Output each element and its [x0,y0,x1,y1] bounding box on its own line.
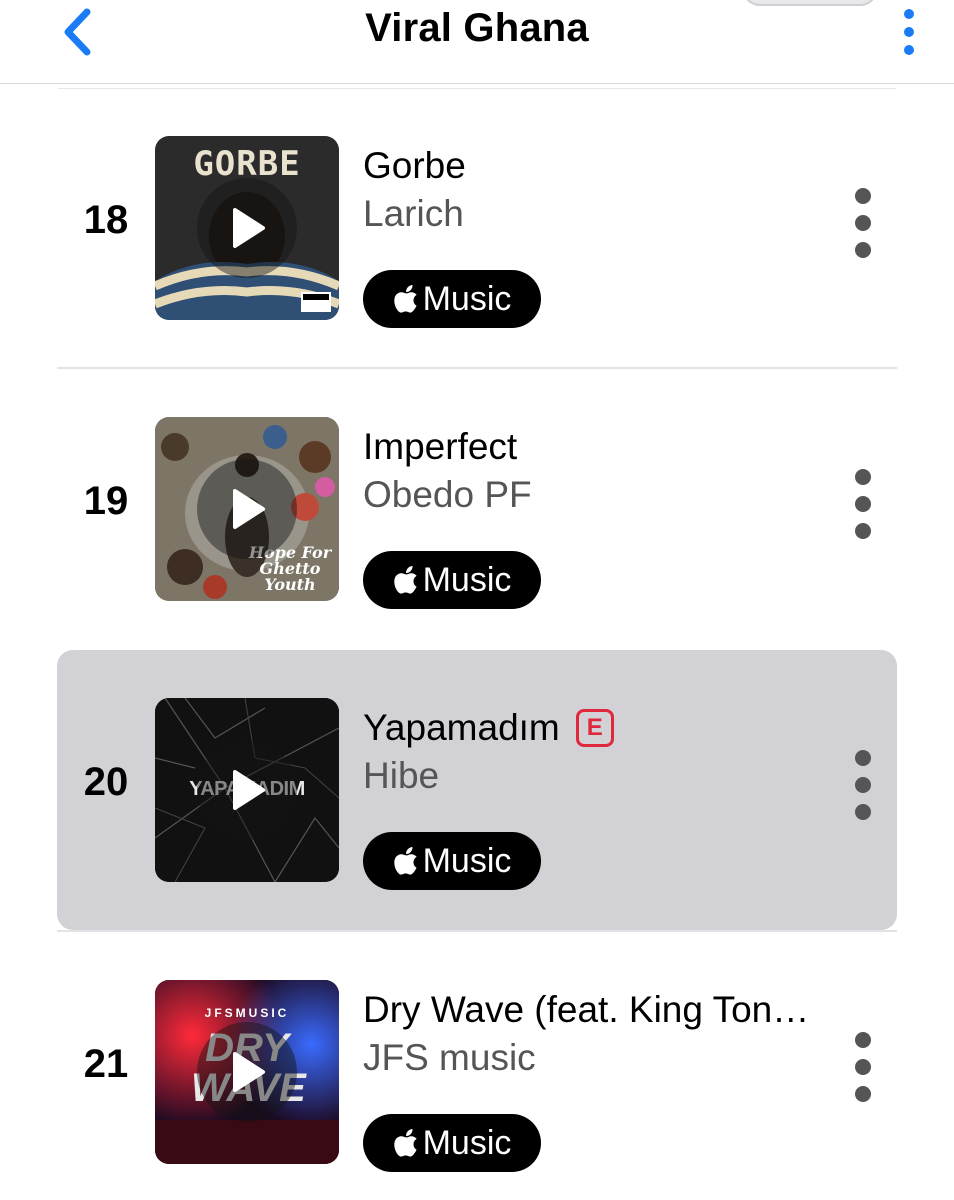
chart-rank: 18 [83,198,129,242]
dot-icon [904,45,914,55]
apple-music-button[interactable]: Music [363,270,541,328]
dot-icon [855,469,871,485]
play-button[interactable] [197,740,297,840]
cover-label: JFSMUSIC [204,1006,290,1020]
album-art[interactable]: YAPAMADIM [155,698,339,882]
dot-icon [855,804,871,820]
apple-logo-icon [393,566,417,594]
dot-icon [855,523,871,539]
music-label: Music [422,279,512,318]
artist-name[interactable]: Obedo PF [363,471,843,519]
nav-header: Viral Ghana [0,0,954,84]
chart-rank: 20 [83,760,129,804]
dot-icon [855,777,871,793]
song-title[interactable]: Gorbe [363,142,843,190]
apple-music-button[interactable]: Music [363,551,541,609]
row-more-button[interactable] [851,1032,875,1102]
music-label: Music [422,841,512,880]
list-item[interactable]: 21 JFSMUSIC DRY WAVE Dry Wave (feat. Kin… [57,932,897,1200]
dot-icon [855,242,871,258]
play-button[interactable] [197,1022,297,1122]
dot-icon [904,27,914,37]
apple-logo-icon [393,847,417,875]
artist-name[interactable]: Hibe [363,752,843,800]
row-more-button[interactable] [851,469,875,539]
list-item-selected[interactable]: 20 YAPAMADIM Yapamadım E Hibe Music [57,650,897,930]
dot-icon [855,1032,871,1048]
artist-name[interactable]: JFS music [363,1034,843,1082]
row-more-button[interactable] [851,750,875,820]
page-title: Viral Ghana [365,6,589,50]
play-icon [233,770,265,810]
list-item[interactable]: 19 Hope For Ghetto Youth Imperfect Obedo… [57,369,897,649]
song-title[interactable]: Imperfect [363,423,843,471]
artist-name[interactable]: Larich [363,190,843,238]
play-button[interactable] [197,178,297,278]
dot-icon [855,1086,871,1102]
music-label: Music [422,1123,512,1162]
dot-icon [855,1059,871,1075]
apple-music-button[interactable]: Music [363,832,541,890]
song-title[interactable]: Yapamadım E [363,704,843,752]
more-options-button[interactable] [894,4,924,60]
apple-logo-icon [393,1129,417,1157]
play-icon [233,208,265,248]
chart-rank: 19 [83,479,129,523]
play-icon [233,489,265,529]
music-label: Music [422,560,512,599]
apple-logo-icon [393,285,417,313]
chart-rank: 21 [83,1042,129,1086]
row-more-button[interactable] [851,188,875,258]
play-icon [233,1052,265,1092]
dot-icon [855,215,871,231]
dot-icon [855,188,871,204]
dot-icon [855,750,871,766]
album-art[interactable]: Hope For Ghetto Youth [155,417,339,601]
apple-music-button[interactable]: Music [363,1114,541,1172]
play-button[interactable] [197,459,297,559]
dot-icon [855,496,871,512]
album-art[interactable]: JFSMUSIC DRY WAVE [155,980,339,1164]
album-art[interactable]: GORBE [155,136,339,320]
dot-icon [904,9,914,19]
explicit-badge: E [575,709,614,747]
song-title[interactable]: Dry Wave (feat. King Ton… [363,986,843,1034]
list-item[interactable]: 18 GORBE Gorbe Larich Music [57,88,897,368]
